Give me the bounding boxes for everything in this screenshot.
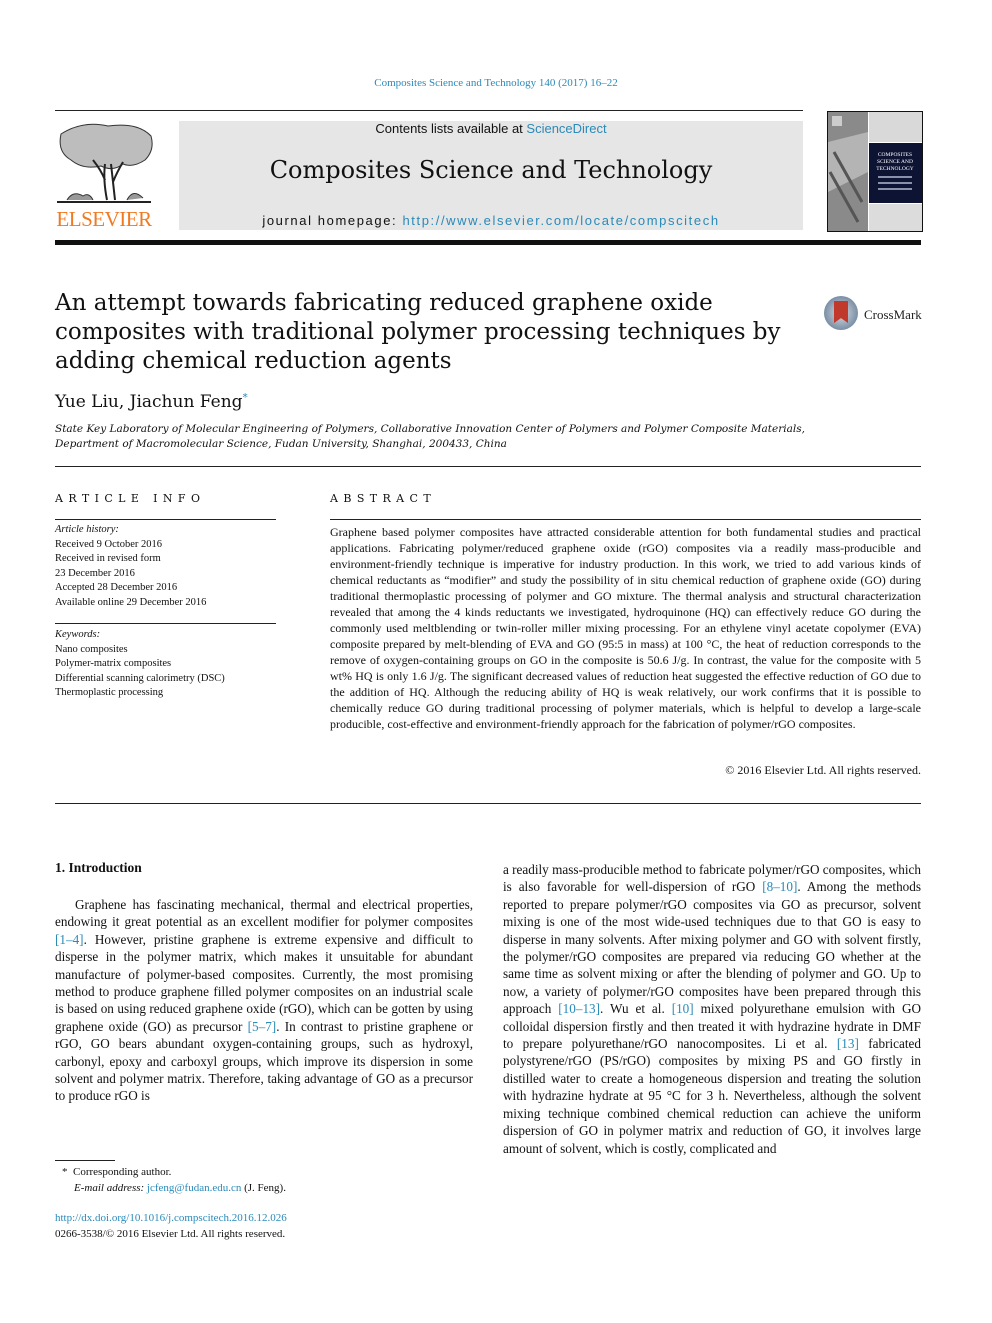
history-item: 23 December 2016: [55, 567, 135, 579]
svg-text:TECHNOLOGY: TECHNOLOGY: [876, 166, 914, 172]
keyword-item: Thermoplastic processing: [55, 687, 164, 699]
corresponding-author-note: * Corresponding author.: [62, 1165, 286, 1181]
paragraph: Graphene has fascinating mechanical, the…: [55, 896, 473, 1105]
body-column-left: Graphene has fascinating mechanical, the…: [55, 896, 473, 1105]
history-item: Received in revised form: [55, 553, 161, 565]
citation-link[interactable]: [1–4]: [55, 932, 84, 947]
homepage-link[interactable]: http://www.elsevier.com/locate/compscite…: [402, 213, 719, 228]
affiliation: State Key Laboratory of Molecular Engine…: [55, 423, 805, 450]
authors: Yue Liu, Jiachun Feng*: [55, 392, 248, 412]
journal-title: Composites Science and Technology: [269, 156, 713, 184]
journal-cover-thumbnail[interactable]: COMPOSITES SCIENCE AND TECHNOLOGY: [827, 111, 923, 232]
abstract-rule: [330, 519, 921, 520]
body-text: . Among the methods reported to prepare …: [503, 879, 921, 1017]
abstract-copyright: © 2016 Elsevier Ltd. All rights reserved…: [725, 763, 921, 777]
cover-image-icon: COMPOSITES SCIENCE AND TECHNOLOGY: [828, 112, 922, 231]
running-head[interactable]: Composites Science and Technology 140 (2…: [0, 77, 992, 89]
abstract-heading: ABSTRACT: [330, 492, 437, 505]
header-thick-rule: [55, 240, 921, 245]
doi-block: http://dx.doi.org/10.1016/j.compscitech.…: [55, 1211, 287, 1242]
history-item: Available online 29 December 2016: [55, 596, 207, 608]
crossmark-button[interactable]: CrossMark: [824, 296, 924, 336]
elsevier-wordmark: ELSEVIER: [56, 207, 152, 231]
email-line: E-mail address: jcfeng@fudan.edu.cn (J. …: [62, 1181, 286, 1197]
citation-link[interactable]: [8–10]: [762, 879, 797, 894]
keywords: Keywords: Nano composites Polymer-matrix…: [55, 628, 285, 701]
header-rule: [55, 110, 803, 111]
contents-line: Contents lists available at ScienceDirec…: [179, 121, 803, 136]
citation-link[interactable]: [5–7]: [248, 1019, 277, 1034]
tree-icon: [57, 123, 153, 203]
journal-masthead: Contents lists available at ScienceDirec…: [179, 121, 803, 230]
introduction-heading: 1. Introduction: [55, 860, 142, 875]
svg-text:SCIENCE AND: SCIENCE AND: [877, 159, 913, 165]
journal-homepage: journal homepage: http://www.elsevier.co…: [179, 213, 803, 228]
email-suffix: (J. Feng).: [241, 1181, 286, 1194]
footnote-mark: *: [62, 1166, 68, 1178]
corresponding-label: Corresponding author.: [73, 1166, 172, 1178]
keywords-rule: [55, 623, 276, 624]
history-item: Accepted 28 December 2016: [55, 582, 178, 594]
footnote: * Corresponding author. E-mail address: …: [62, 1165, 286, 1196]
corresponding-author-mark[interactable]: *: [243, 392, 248, 403]
paragraph: a readily mass-producible method to fabr…: [503, 861, 921, 1157]
author-names: Yue Liu, Jiachun Feng: [55, 392, 243, 412]
abstract-end-rule: [55, 803, 921, 804]
citation-link[interactable]: [10–13]: [558, 1001, 600, 1016]
citation-link[interactable]: [10]: [672, 1001, 694, 1016]
email-label: E-mail address:: [74, 1181, 147, 1194]
email-link[interactable]: jcfeng@fudan.edu.cn: [147, 1182, 241, 1194]
affiliation-rule: [55, 466, 921, 467]
homepage-label: journal homepage:: [262, 213, 403, 228]
elsevier-logo[interactable]: ELSEVIER: [53, 120, 155, 232]
article-info-rule: [55, 519, 276, 520]
doi-link[interactable]: http://dx.doi.org/10.1016/j.compscitech.…: [55, 1211, 287, 1227]
article-history: Article history: Received 9 October 2016…: [55, 523, 285, 611]
svg-text:COMPOSITES: COMPOSITES: [878, 152, 912, 158]
history-label: Article history:: [55, 524, 119, 535]
crossmark-label: CrossMark: [864, 307, 922, 322]
article-title: An attempt towards fabricating reduced g…: [55, 290, 781, 374]
abstract-text: Graphene based polymer composites have a…: [330, 525, 921, 731]
issn-copyright: 0266-3538/© 2016 Elsevier Ltd. All right…: [55, 1227, 286, 1240]
keyword-item: Polymer-matrix composites: [55, 658, 172, 670]
body-text: fabricated polystyrene/rGO (PS/rGO) comp…: [503, 1036, 921, 1156]
history-item: Received 9 October 2016: [55, 538, 163, 550]
keyword-item: Differential scanning calorimetry (DSC): [55, 672, 225, 684]
sciencedirect-link[interactable]: ScienceDirect: [526, 121, 606, 136]
body-text: . Wu et al.: [600, 1001, 672, 1017]
citation-link[interactable]: [13]: [837, 1036, 859, 1051]
keywords-label: Keywords:: [55, 629, 101, 640]
article-info-heading: ARTICLE INFO: [55, 492, 206, 505]
contents-prefix: Contents lists available at: [375, 121, 527, 136]
body-text: Graphene has fascinating mechanical, the…: [55, 897, 473, 930]
footnote-rule: [55, 1160, 115, 1161]
body-column-right: a readily mass-producible method to fabr…: [503, 861, 921, 1157]
keyword-item: Nano composites: [55, 643, 128, 655]
